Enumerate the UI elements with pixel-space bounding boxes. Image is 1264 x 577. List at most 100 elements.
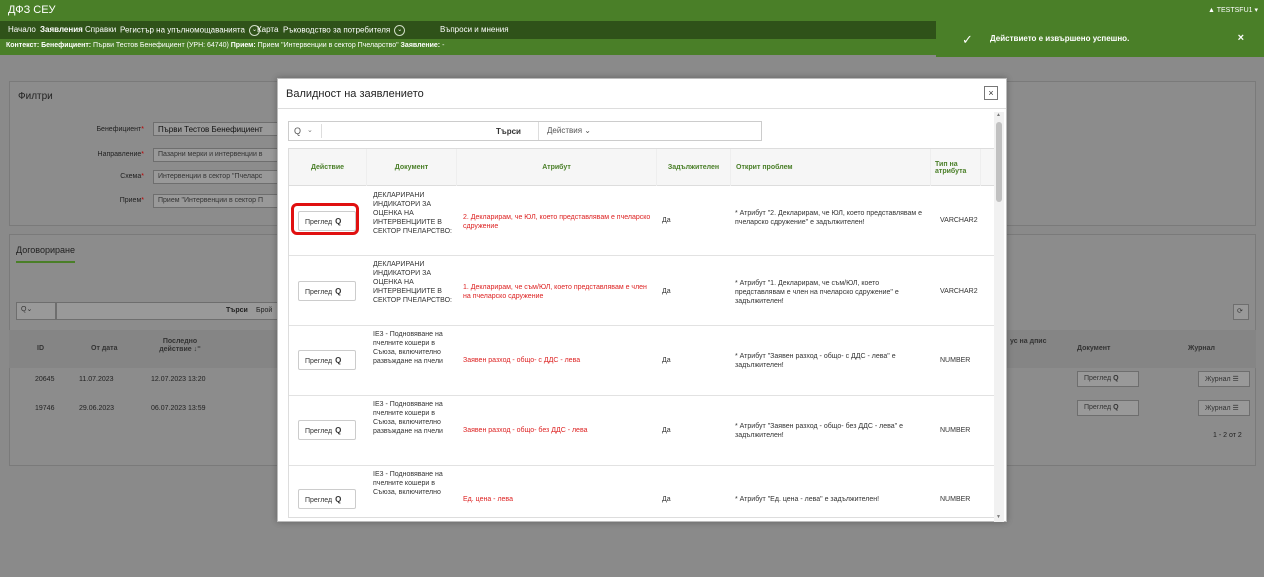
toast-close-button[interactable]: × bbox=[1238, 32, 1244, 44]
cell-mandatory: Да bbox=[662, 496, 671, 503]
col-status[interactable]: ус на дпис bbox=[1010, 338, 1050, 345]
cell-document: ДЕКЛАРИРАНИ ИНДИКАТОРИ ЗА ОЦЕНКА НА ИНТЕ… bbox=[373, 192, 452, 235]
col-id[interactable]: ID bbox=[37, 345, 44, 352]
cell-problem: * Атрибут "Заявен разход - общо- с ДДС -… bbox=[735, 353, 896, 369]
validity-grid: Действие Документ Атрибут Задължителен О… bbox=[288, 148, 998, 518]
row1-last: 12.07.2023 13:20 bbox=[151, 376, 206, 383]
cell-mandatory: Да bbox=[662, 288, 671, 295]
col-mandatory[interactable]: Задължителен bbox=[657, 149, 731, 186]
row2-journal-button[interactable]: Журнал ☰ bbox=[1198, 400, 1250, 416]
user-menu[interactable]: ▲ TESTSFU1 ▾ bbox=[1208, 6, 1258, 14]
context-beneficiary-key: Бенефициент: bbox=[41, 42, 92, 49]
scroll-up-icon[interactable]: ▲ bbox=[996, 112, 1001, 118]
review-button[interactable]: Преглед Q bbox=[298, 489, 356, 509]
search-icon: Q bbox=[335, 287, 342, 296]
cell-problem: * Атрибут "Заявен разход - общо- без ДДС… bbox=[735, 423, 903, 439]
row2-review-button[interactable]: Преглед Q bbox=[1077, 400, 1139, 416]
modal-search-button[interactable]: Търси bbox=[496, 127, 521, 136]
bg-rows-label: Брой bbox=[256, 307, 273, 314]
modal-search-bar: Q ⌄ Търси Действия ⌄ bbox=[288, 121, 762, 141]
modal-close-button[interactable]: × bbox=[984, 86, 998, 100]
divider bbox=[321, 124, 322, 138]
cell-attribute: 2. Декларирам, че ЮЛ, което представлява… bbox=[463, 214, 651, 230]
beneficiary-select[interactable]: Първи Тестов Бенефициент bbox=[153, 122, 278, 136]
cell-attribute: Ед. цена - лева bbox=[463, 496, 513, 503]
nav-home[interactable]: Начало bbox=[8, 25, 36, 34]
row2-last: 06.07.2023 13:59 bbox=[151, 405, 206, 412]
search-icon[interactable]: Q bbox=[294, 126, 301, 136]
check-icon: ✓ bbox=[962, 32, 973, 47]
col-journal[interactable]: Журнал bbox=[1188, 345, 1215, 352]
col-attribute[interactable]: Атрибут bbox=[457, 149, 657, 186]
row1-review-button[interactable]: Преглед Q bbox=[1077, 371, 1139, 387]
scheme-select[interactable]: Интервенции в сектор "Пчеларс bbox=[153, 170, 278, 184]
col-problem[interactable]: Открит проблем bbox=[731, 149, 931, 186]
validity-modal: Валидност на заявлението × Q ⌄ Търси Дей… bbox=[277, 78, 1007, 522]
beneficiary-label: Бенефициент* bbox=[96, 126, 144, 133]
nav-user-guide[interactable]: Ръководство за потребителя ⌄ bbox=[283, 25, 406, 36]
cell-document: IE3 - Подновяване на пчелните кошери в С… bbox=[373, 401, 443, 435]
row1-from: 11.07.2023 bbox=[79, 376, 114, 383]
cell-mandatory: Да bbox=[662, 357, 671, 364]
nav-applications[interactable]: Заявления bbox=[40, 25, 83, 34]
call-select[interactable]: Прием "Интервенции в сектор П bbox=[153, 194, 278, 208]
col-document[interactable]: Документ bbox=[367, 149, 457, 186]
bg-pager: 1 - 2 от 2 bbox=[1213, 432, 1242, 439]
modal-actions-button[interactable]: Действия ⌄ bbox=[538, 122, 599, 140]
bg-search-type[interactable]: Q⌄ bbox=[16, 302, 56, 320]
cell-attribute: 1. Декларирам, че съм/ЮЛ, което представ… bbox=[463, 284, 647, 300]
cell-document: ДЕКЛАРИРАНИ ИНДИКАТОРИ ЗА ОЦЕНКА НА ИНТЕ… bbox=[373, 261, 452, 304]
nav-authorizations[interactable]: Регистър на упълномощаванията ⌄ bbox=[120, 25, 260, 36]
modal-scrollbar[interactable]: ▲ ▼ bbox=[994, 112, 1004, 522]
divider bbox=[289, 325, 997, 326]
chevron-down-icon[interactable]: ⌄ bbox=[394, 25, 406, 36]
refresh-icon[interactable]: ⟳ bbox=[1233, 304, 1249, 320]
divider bbox=[289, 255, 997, 256]
cell-problem: * Атрибут "Ед. цена - лева" е задължител… bbox=[735, 496, 880, 503]
cell-type: NUMBER bbox=[940, 496, 971, 503]
success-toast: ✓ Действието е извършено успешно. × bbox=[936, 21, 1264, 57]
row2-id: 19746 bbox=[35, 405, 55, 412]
bg-search-button[interactable]: Търси bbox=[226, 307, 248, 314]
divider bbox=[278, 108, 1006, 109]
col-action[interactable]: Действие bbox=[289, 149, 367, 186]
review-button[interactable]: Преглед Q bbox=[298, 281, 356, 301]
col-from-date[interactable]: От дата bbox=[91, 345, 117, 352]
search-icon: Q bbox=[335, 426, 342, 435]
context-label: Контекст: bbox=[6, 42, 40, 49]
divider bbox=[289, 395, 997, 396]
cell-mandatory: Да bbox=[662, 217, 671, 224]
cell-problem: * Атрибут "1. Декларирам, че съм/ЮЛ, кое… bbox=[735, 280, 899, 305]
cell-type: NUMBER bbox=[940, 357, 971, 364]
context-application: - bbox=[442, 42, 445, 49]
call-label: Прием* bbox=[119, 197, 144, 204]
row2-from: 29.06.2023 bbox=[79, 405, 115, 412]
scheme-label: Схема* bbox=[120, 173, 144, 180]
scroll-thumb[interactable] bbox=[996, 122, 1002, 202]
nav-authorizations-label: Регистър на упълномощаванията bbox=[120, 25, 245, 35]
cell-problem: * Атрибут "2. Декларирам, че ЮЛ, което п… bbox=[735, 210, 923, 226]
nav-faq[interactable]: Въпроси и мнения bbox=[440, 25, 509, 34]
col-last-action[interactable]: Последно действие ↓⁼ bbox=[150, 338, 210, 353]
cell-attribute: Заявен разход - общо- без ДДС - лева bbox=[463, 427, 588, 434]
review-button[interactable]: Преглед Q bbox=[298, 420, 356, 440]
toast-message: Действието е извършено успешно. bbox=[990, 34, 1130, 43]
chevron-down-icon[interactable]: ⌄ bbox=[307, 126, 313, 134]
direction-select[interactable]: Пазарни мерки и интервенции в bbox=[153, 148, 278, 162]
nav-references[interactable]: Справки bbox=[85, 25, 116, 34]
cell-attribute: Заявен разход - общо- с ДДС - лева bbox=[463, 357, 581, 364]
cell-type: VARCHAR2 bbox=[940, 217, 978, 224]
divider bbox=[289, 465, 997, 466]
tab-contracting[interactable]: Договориране bbox=[16, 245, 75, 263]
col-attribute-type[interactable]: Тип на атрибута bbox=[931, 149, 981, 186]
nav-map[interactable]: Карта bbox=[257, 25, 278, 34]
review-button[interactable]: Преглед Q bbox=[298, 350, 356, 370]
modal-search-input[interactable] bbox=[323, 123, 483, 139]
search-icon: Q bbox=[335, 356, 342, 365]
col-document[interactable]: Документ bbox=[1077, 345, 1110, 352]
cell-type: NUMBER bbox=[940, 427, 971, 434]
scroll-down-icon[interactable]: ▼ bbox=[996, 514, 1001, 520]
context-call: Прием "Интервенции в сектор Пчеларство" bbox=[257, 42, 399, 49]
top-bar: ДФЗ СЕУ ▲ TESTSFU1 ▾ bbox=[0, 0, 1264, 21]
row1-journal-button[interactable]: Журнал ☰ bbox=[1198, 371, 1250, 387]
